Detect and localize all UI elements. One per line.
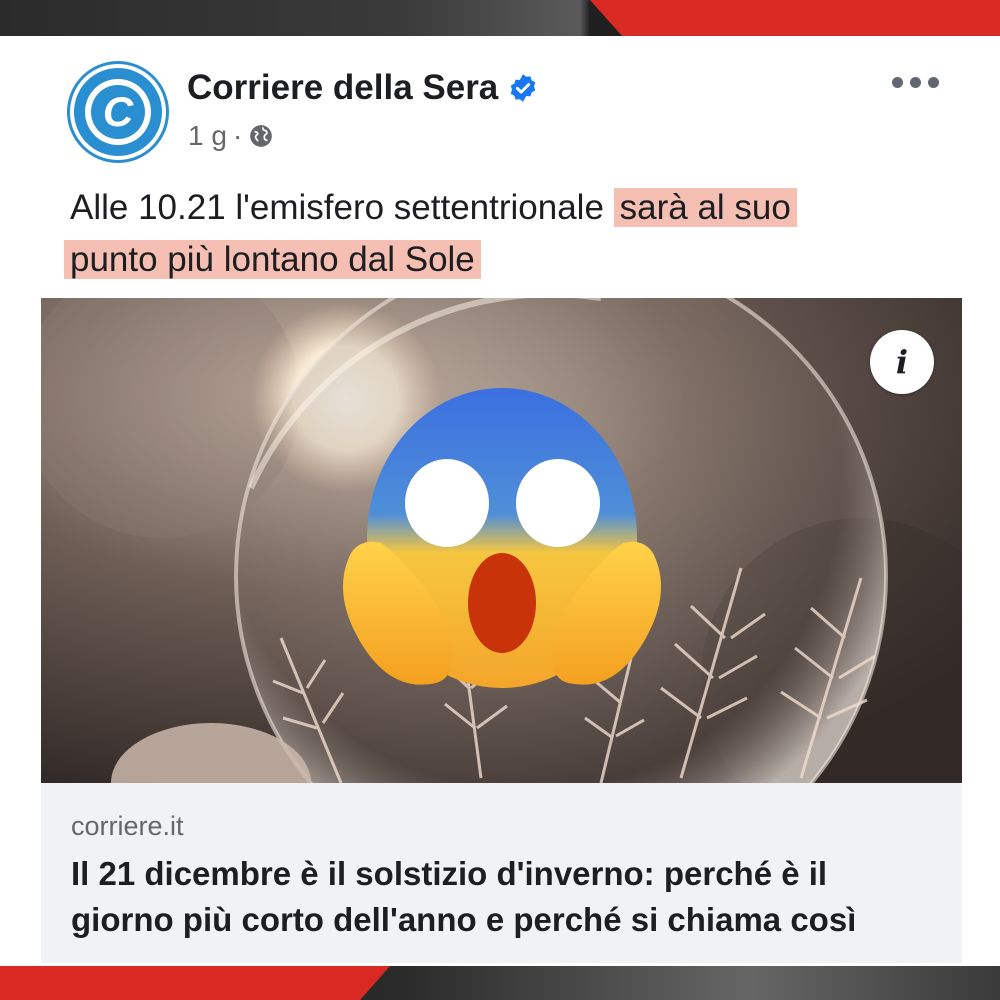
globe-icon: [250, 125, 273, 147]
post-author[interactable]: Corriere della Sera: [187, 68, 538, 108]
post-text: Alle 10.21 l'emisfero settentrionale sar…: [64, 182, 950, 286]
link-headline[interactable]: Il 21 dicembre è il solstizio d'inverno:…: [71, 851, 931, 943]
post-text-highlight-2: punto più lontano dal Sole: [64, 240, 481, 279]
frozen-bubble-photo: [41, 298, 962, 783]
author-name[interactable]: Corriere della Sera: [187, 68, 498, 108]
post-text-highlight-1: sarà al suo: [613, 188, 797, 227]
verified-badge-icon: [511, 74, 536, 102]
bottom-frame-accent: [0, 966, 390, 1000]
svg-text:C: C: [103, 88, 134, 135]
post-text-plain: Alle 10.21 l'emisfero settentrionale: [70, 188, 614, 227]
link-preview[interactable]: corriere.it Il 21 dicembre è il solstizi…: [41, 783, 962, 963]
more-dot: [892, 76, 903, 88]
more-dot: [910, 76, 921, 88]
post-image[interactable]: [41, 298, 962, 783]
link-domain: corriere.it: [71, 811, 184, 841]
more-options-button[interactable]: [892, 70, 944, 94]
top-frame-accent: [590, 0, 1000, 36]
info-icon[interactable]: i: [870, 330, 934, 394]
post-meta: 1 g ·: [188, 120, 274, 152]
more-dot: [928, 76, 939, 88]
corriere-c-logo-icon: C: [85, 79, 151, 145]
meta-separator: ·: [232, 120, 243, 151]
post-timestamp[interactable]: 1 g: [188, 120, 227, 152]
page-avatar[interactable]: C: [70, 64, 166, 160]
